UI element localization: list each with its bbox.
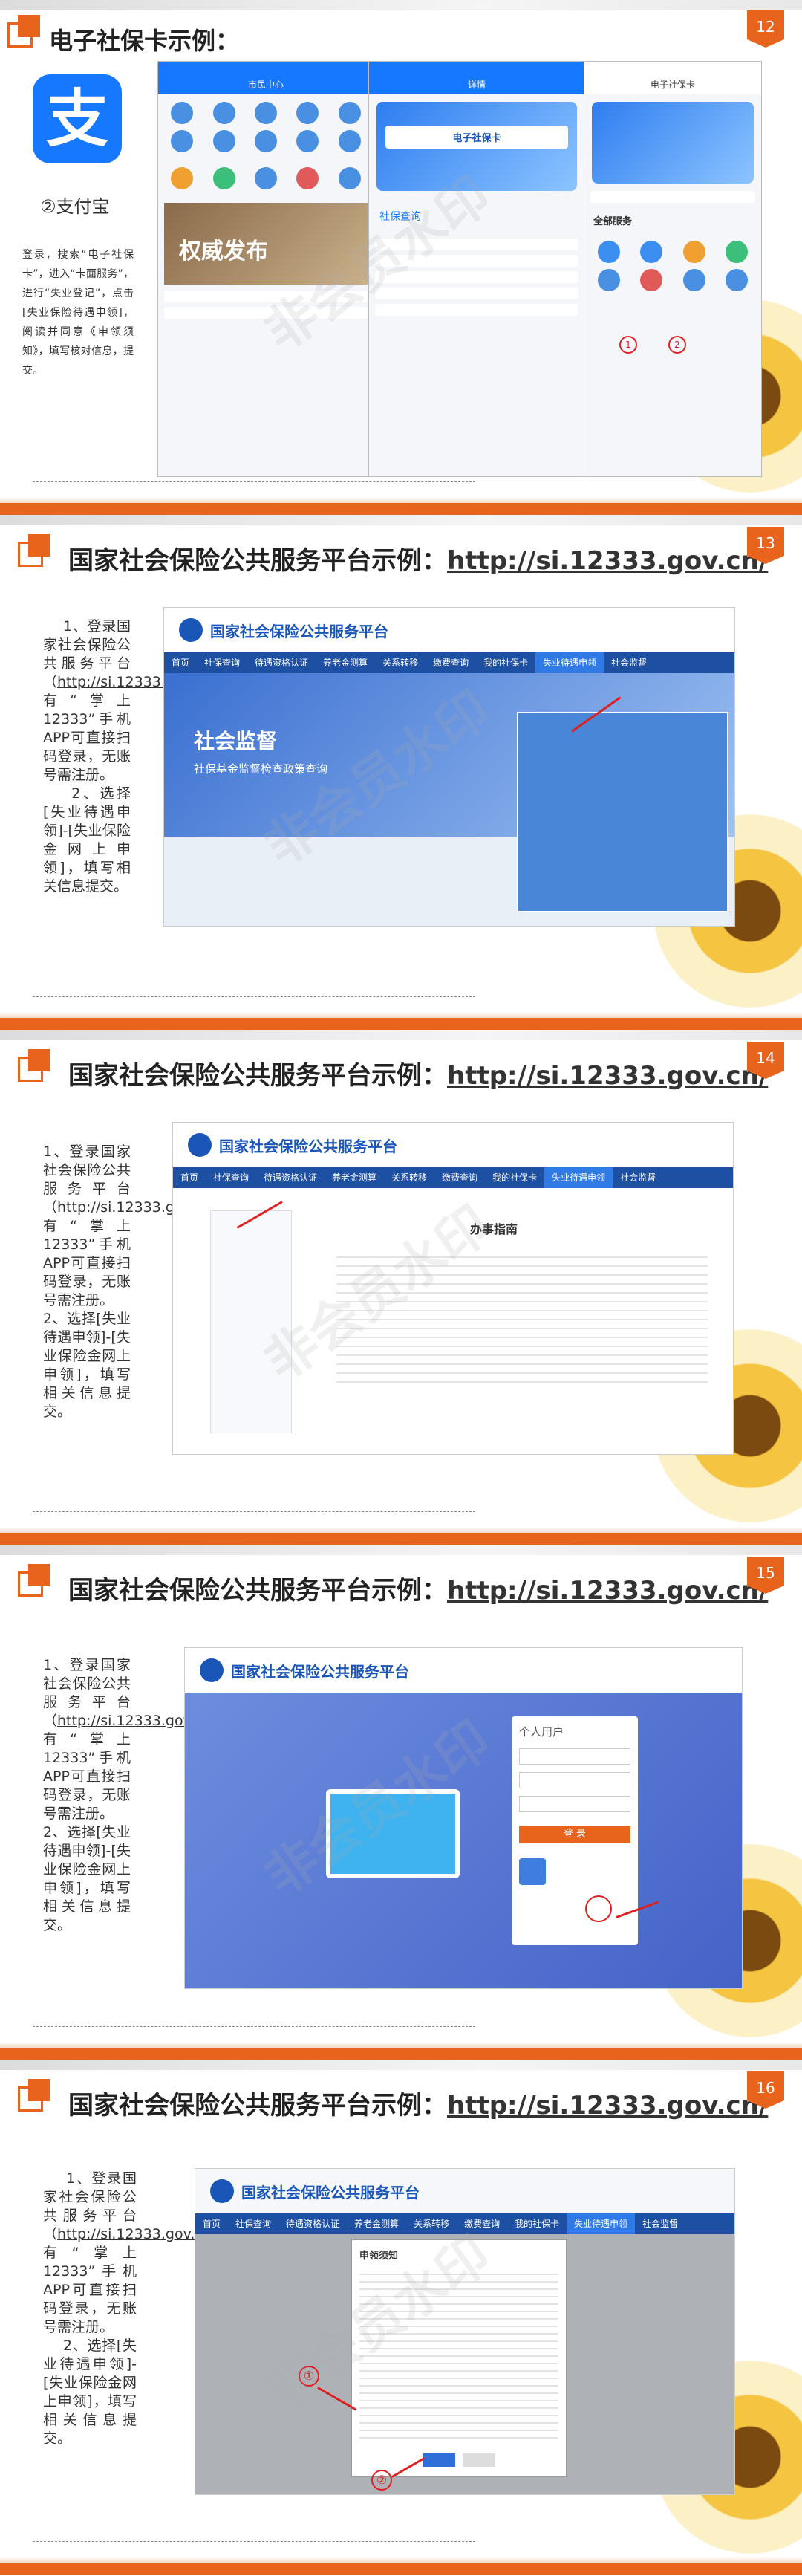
agree-button[interactable] <box>423 2453 455 2467</box>
divider <box>33 996 475 997</box>
slide-bottom-bar <box>0 497 802 515</box>
captcha-input[interactable] <box>519 1796 630 1812</box>
site-link[interactable]: http://si.12333.gov.cn/ <box>57 2226 216 2242</box>
site-name: 国家社会保险公共服务平台 <box>219 1137 397 1155</box>
slide-top-bar <box>0 2060 802 2070</box>
phone-header: 市民中心 <box>158 75 374 94</box>
divider <box>33 481 475 482</box>
title-mark-icon <box>18 1564 52 1598</box>
slide-description: 1、登录国家社会保险公共服务平台（http://si.12333.gov.cn/… <box>43 618 238 895</box>
login-panel: 个人用户 登 录 <box>512 1716 638 1945</box>
slide-top-bar <box>0 1030 802 1040</box>
site-url[interactable]: http://si.12333.gov.cn/ <box>447 1061 768 1091</box>
title-mark-icon <box>18 1049 52 1083</box>
social-security-card: 电子社保卡 <box>376 102 577 191</box>
phone-screenshot-3: 电子社保卡 全部服务 <box>584 61 762 477</box>
website-screenshot: 国家社会保险公共服务平台 首页 社保查询 待遇资格认证 养老金测算 关系转移 缴费查询 我的… <box>172 1122 734 1455</box>
divider <box>33 1511 475 1512</box>
slide-description: 登录，搜索“电子社保卡”，进入“卡面服务”，进行“失业登记”，点击[失业保险待遇… <box>22 249 134 377</box>
popup-notice <box>517 712 728 912</box>
slide-top-bar <box>0 515 802 525</box>
divider <box>33 2541 475 2542</box>
slide-description: 1、登录国家社会保险公共服务平台（http://si.12333.gov.cn/… <box>43 1657 238 1933</box>
website-screenshot: 国家社会保险公共服务平台 个人用户 登 录 <box>184 1647 743 1989</box>
main-nav: 首页 社保查询 待遇资格认证 养老金测算 关系转移 缴费查询 我的社保卡 失业待遇申领 社会监督 <box>164 652 734 673</box>
main-nav: 首页 社保查询 待遇资格认证 养老金测算 关系转移 缴费查询 我的社保卡 失业待遇申领 社会监督 <box>173 1167 733 1188</box>
slide-top-bar <box>0 1545 802 1555</box>
site-url[interactable]: http://si.12333.gov.cn/ <box>447 2091 768 2121</box>
login-button[interactable]: 登 录 <box>519 1826 630 1843</box>
slide-bottom-bar <box>0 1012 802 1030</box>
title-mark-icon <box>18 534 52 568</box>
slide-title: 电子社保卡示例： <box>49 27 240 55</box>
phone-header: 详情 <box>369 75 584 94</box>
card-face <box>592 102 754 184</box>
phone-header: 电子社保卡 <box>584 75 761 94</box>
site-url[interactable]: http://si.12333.gov.cn/ <box>447 546 768 576</box>
slide-description: 1、登录国家社会保险公共服务平台（http://si.12333.gov.cn/… <box>43 1143 238 1420</box>
username-input[interactable] <box>519 1748 630 1765</box>
slide-title: 国家社会保险公共服务平台示例：http://si.12333.gov.cn/ <box>68 1061 769 1091</box>
page-number-badge: 12 <box>747 10 784 48</box>
site-name: 国家社会保险公共服务平台 <box>241 2183 420 2202</box>
slide-bottom-bar <box>0 1527 802 1545</box>
step-marker: 2 <box>668 336 686 354</box>
login-title: 个人用户 <box>519 1725 564 1739</box>
slide-top-bar <box>0 0 802 10</box>
password-input[interactable] <box>519 1772 630 1788</box>
section-title: 全部服务 <box>593 216 633 227</box>
slide-title: 国家社会保险公共服务平台示例：http://si.12333.gov.cn/ <box>68 2091 769 2121</box>
slide-bottom-bar <box>0 2557 802 2575</box>
slide-title: 国家社会保险公共服务平台示例：http://si.12333.gov.cn/ <box>68 546 769 576</box>
site-url[interactable]: http://si.12333.gov.cn/ <box>447 1576 768 1606</box>
slide-bottom-bar <box>0 2042 802 2060</box>
step-marker: 1 <box>619 336 637 354</box>
website-screenshot: 国家社会保险公共服务平台 首页 社保查询 待遇资格认证 养老金测算 关系转移 缴费查询 我的… <box>195 2168 735 2495</box>
divider <box>33 2026 475 2027</box>
step-marker: ② <box>371 2470 392 2491</box>
alipay-logo-icon: 支 <box>33 74 122 163</box>
slide-description: 1、登录国家社会保险公共服务平台（http://si.12333.gov.cn/… <box>43 2170 238 2447</box>
title-mark-icon <box>18 2079 52 2113</box>
app-name: ②支付宝 <box>40 196 110 217</box>
cancel-button[interactable] <box>463 2453 495 2467</box>
qr-login-icon[interactable] <box>519 1858 546 1885</box>
site-name: 国家社会保险公共服务平台 <box>231 1662 409 1681</box>
slide-title: 国家社会保险公共服务平台示例：http://si.12333.gov.cn/ <box>68 1576 769 1606</box>
highlight-circle <box>585 1895 612 1922</box>
title-mark-icon <box>7 15 42 49</box>
site-name: 国家社会保险公共服务平台 <box>210 622 388 640</box>
